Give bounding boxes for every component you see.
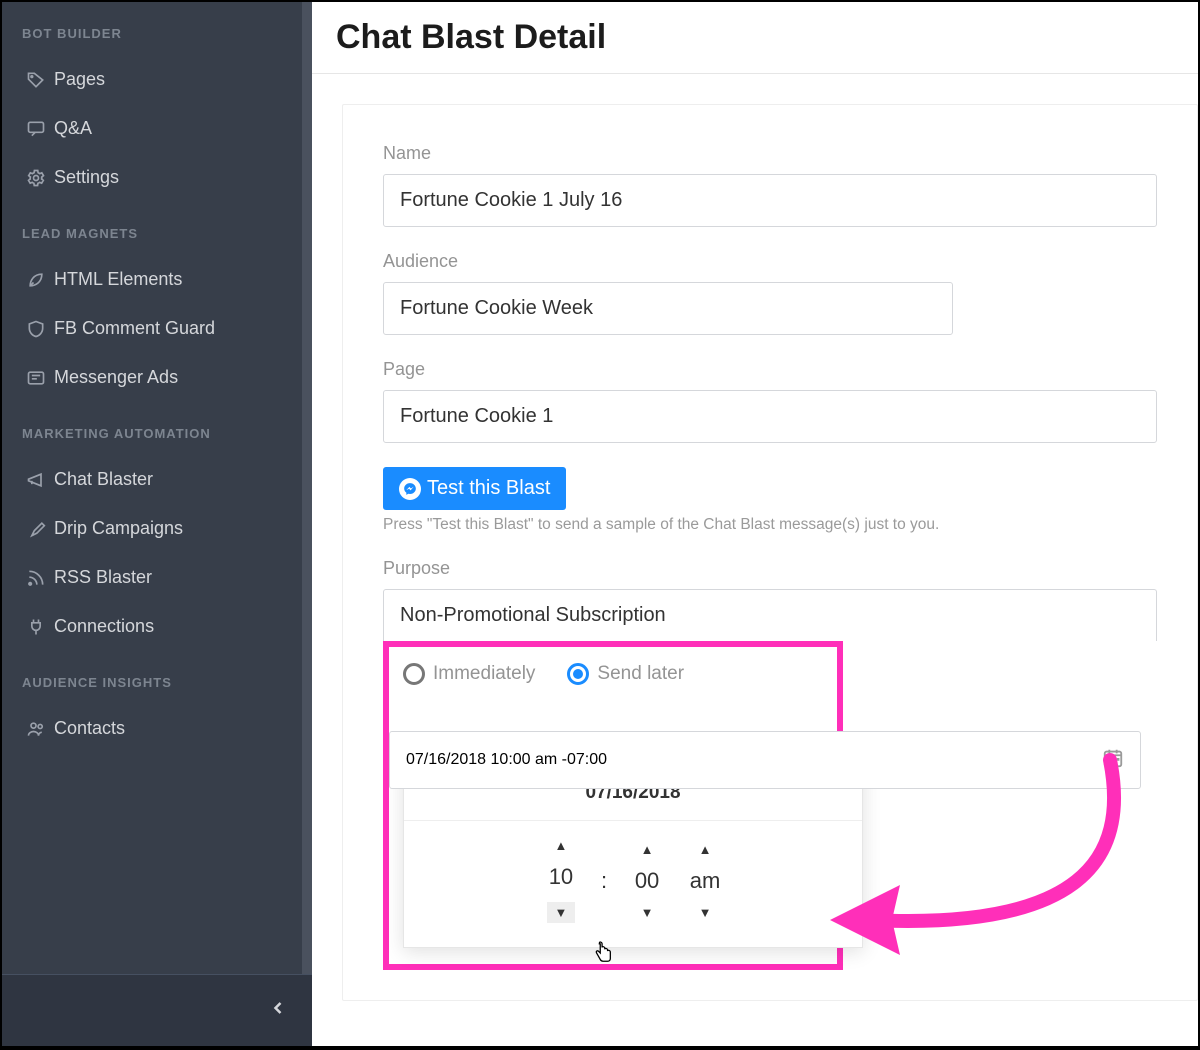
sidebar-item-qa[interactable]: Q&A	[2, 104, 312, 153]
sidebar-item-contacts[interactable]: Contacts	[2, 704, 312, 753]
section-header-bot-builder: BOT BUILDER	[2, 2, 312, 55]
test-help-text: Press "Test this Blast" to send a sample…	[383, 516, 1157, 534]
ampm-down[interactable]: ▼	[699, 906, 712, 919]
minute-value: 00	[629, 868, 665, 894]
sidebar-item-drip-campaigns[interactable]: Drip Campaigns	[2, 504, 312, 553]
audience-label: Audience	[383, 251, 1157, 272]
purpose-label: Purpose	[383, 558, 1157, 579]
people-icon	[26, 719, 54, 739]
sidebar-item-connections[interactable]: Connections	[2, 602, 312, 651]
rss-icon	[26, 568, 54, 588]
datetime-picker: 07/16/2018 ▲ 10 ▼ : ▲ 00	[403, 765, 863, 948]
test-blast-button[interactable]: Test this Blast	[383, 467, 566, 510]
messenger-icon	[399, 478, 421, 500]
tag-icon	[26, 70, 54, 90]
name-label: Name	[383, 143, 1157, 164]
sidebar-collapse[interactable]	[2, 974, 312, 1046]
sidebar-item-messenger-ads[interactable]: Messenger Ads	[2, 353, 312, 402]
minute-up[interactable]: ▲	[641, 843, 654, 856]
dropper-icon	[26, 519, 54, 539]
name-input[interactable]: Fortune Cookie 1 July 16	[383, 174, 1157, 227]
sidebar: BOT BUILDER Pages Q&A Settings LEAD MAGN…	[2, 2, 312, 1046]
test-blast-label: Test this Blast	[427, 477, 550, 500]
chevron-left-icon	[268, 998, 288, 1023]
sidebar-item-fb-comment-guard[interactable]: FB Comment Guard	[2, 304, 312, 353]
hour-up[interactable]: ▲	[555, 839, 568, 852]
sidebar-item-label: Settings	[54, 167, 119, 188]
minute-down[interactable]: ▼	[641, 906, 654, 919]
sidebar-item-label: FB Comment Guard	[54, 318, 215, 339]
radio-send-later-label: Send later	[597, 663, 684, 685]
chat-icon	[26, 119, 54, 139]
sidebar-item-label: Drip Campaigns	[54, 518, 183, 539]
hour-value: 10	[543, 864, 579, 890]
sidebar-item-label: Contacts	[54, 718, 125, 739]
rocket-icon	[26, 270, 54, 290]
section-header-lead-magnets: LEAD MAGNETS	[2, 202, 312, 255]
main-content: Chat Blast Detail Name Fortune Cookie 1 …	[312, 2, 1198, 1046]
sidebar-item-label: Pages	[54, 69, 105, 90]
page-select[interactable]: Fortune Cookie 1	[383, 390, 1157, 443]
sidebar-item-chat-blaster[interactable]: Chat Blaster	[2, 455, 312, 504]
calendar-icon[interactable]	[1102, 747, 1124, 774]
gear-icon	[26, 168, 54, 188]
sidebar-item-label: HTML Elements	[54, 269, 182, 290]
sidebar-item-html-elements[interactable]: HTML Elements	[2, 255, 312, 304]
page-title: Chat Blast Detail	[312, 2, 1198, 73]
section-header-audience-insights: AUDIENCE INSIGHTS	[2, 651, 312, 704]
sidebar-item-label: Chat Blaster	[54, 469, 153, 490]
sidebar-item-settings[interactable]: Settings	[2, 153, 312, 202]
purpose-select[interactable]: Non-Promotional Subscription	[383, 589, 1157, 641]
news-icon	[26, 368, 54, 388]
megaphone-icon	[26, 470, 54, 490]
datetime-input[interactable]: 07/16/2018 10:00 am -07:00	[389, 731, 1141, 789]
section-header-marketing-automation: MARKETING AUTOMATION	[2, 402, 312, 455]
sidebar-item-rss-blaster[interactable]: RSS Blaster	[2, 553, 312, 602]
sidebar-item-label: Messenger Ads	[54, 367, 178, 388]
hour-down[interactable]: ▼	[547, 902, 576, 923]
shield-icon	[26, 319, 54, 339]
schedule-panel: Immediately Send later 07/16/2018 10:00 …	[383, 641, 843, 970]
sidebar-scrollbar[interactable]	[302, 2, 312, 1046]
page-label: Page	[383, 359, 1157, 380]
sidebar-item-label: RSS Blaster	[54, 567, 152, 588]
form-card: Name Fortune Cookie 1 July 16 Audience F…	[342, 104, 1198, 1001]
sidebar-item-pages[interactable]: Pages	[2, 55, 312, 104]
plug-icon	[26, 617, 54, 637]
ampm-up[interactable]: ▲	[699, 843, 712, 856]
radio-immediately[interactable]	[403, 663, 425, 685]
datetime-value: 07/16/2018 10:00 am -07:00	[406, 751, 607, 769]
radio-send-later[interactable]	[567, 663, 589, 685]
ampm-value: am	[687, 868, 723, 894]
sidebar-item-label: Connections	[54, 616, 154, 637]
audience-select[interactable]: Fortune Cookie Week	[383, 282, 953, 335]
time-colon: :	[601, 868, 607, 894]
sidebar-item-label: Q&A	[54, 118, 92, 139]
radio-immediately-label: Immediately	[433, 663, 535, 685]
